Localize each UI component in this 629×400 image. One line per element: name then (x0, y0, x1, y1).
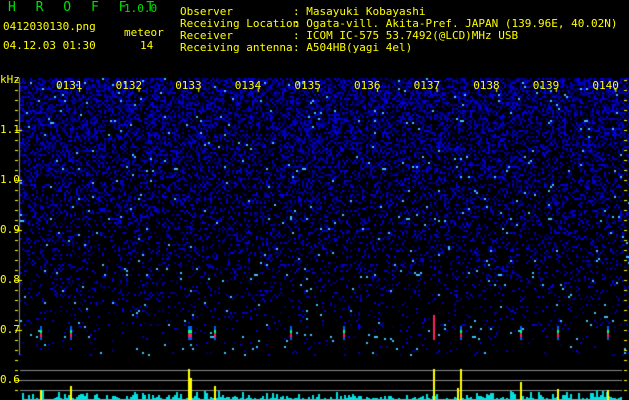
info-label: Receiving antenna (180, 41, 293, 54)
x-tick-label: 0134 (234, 79, 262, 92)
x-tick-label: 0137 (413, 79, 441, 92)
info-value: : A504HB(yagi 4el) (293, 41, 413, 54)
y-tick-label: 0.8 (0, 273, 20, 286)
y-axis-unit: kHz (0, 73, 20, 86)
y-tick-label: 1.1 (0, 123, 20, 136)
meteor-label: meteor (124, 26, 164, 39)
x-tick-label: 0131 (56, 79, 83, 92)
spectrogram (0, 72, 629, 400)
meteor-count: 14 (140, 39, 154, 52)
app-version: 1.0.0 (124, 2, 158, 15)
y-tick-label: 1.0 (0, 173, 20, 186)
y-tick-label: 0.7 (0, 323, 20, 336)
x-tick-label: 0132 (115, 79, 143, 92)
y-tick-label: 0.9 (0, 223, 20, 236)
x-tick-label: 0136 (354, 79, 381, 92)
x-tick-label: 0138 (473, 79, 500, 92)
x-tick-label: 0139 (532, 79, 560, 92)
y-tick-label: 0.6 (0, 373, 20, 386)
x-tick-label: 0133 (175, 79, 202, 92)
file-datetime: 04.12.03 01:30 (3, 39, 96, 52)
x-tick-label: 0140 (592, 79, 619, 92)
file-name: 0412030130.png (3, 20, 96, 33)
x-tick-label: 0135 (294, 79, 321, 92)
